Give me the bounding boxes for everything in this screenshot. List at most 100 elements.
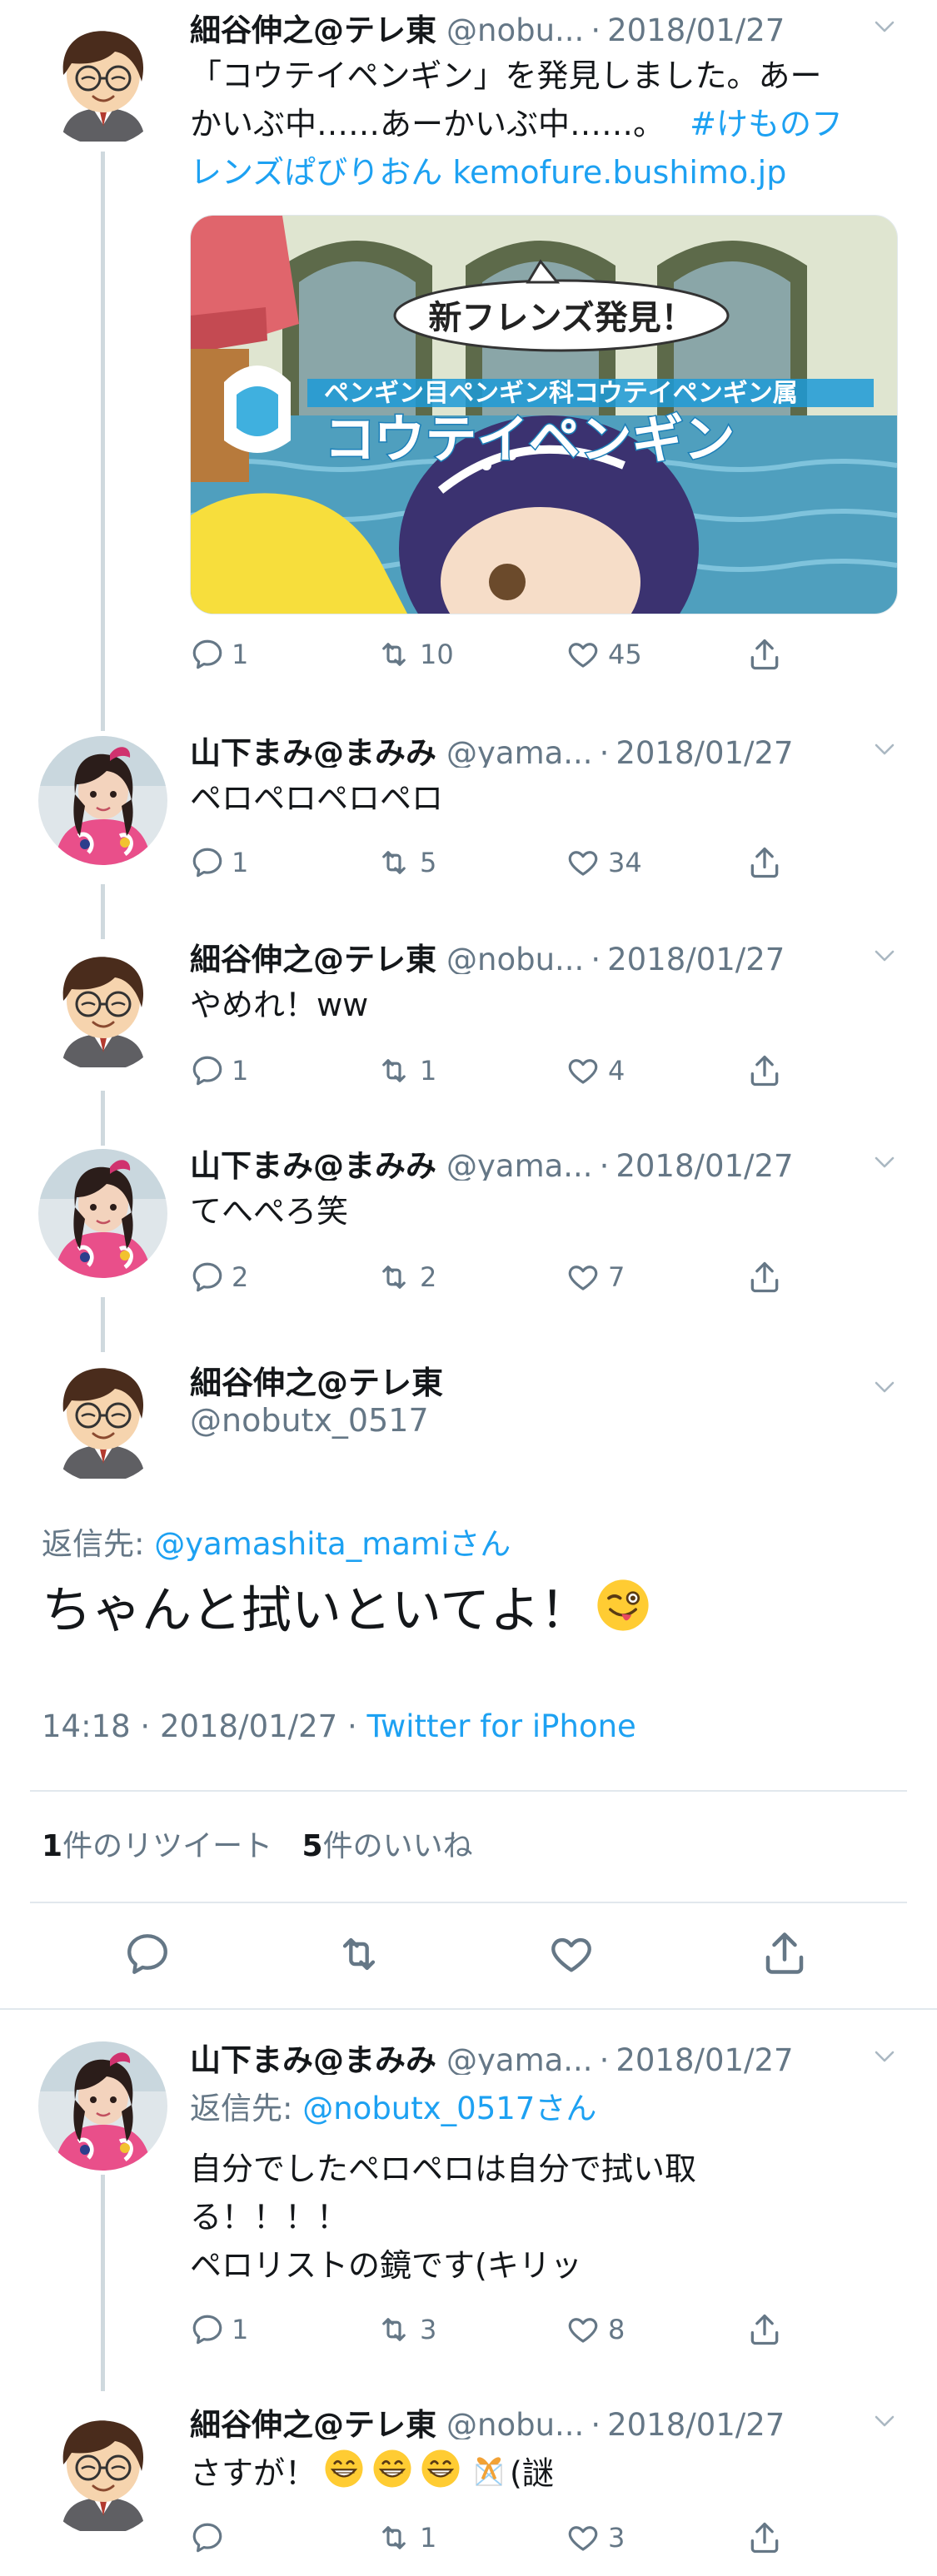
username[interactable]: @nobu... — [446, 942, 584, 974]
avatar[interactable] — [38, 17, 167, 146]
share-icon — [760, 1966, 810, 1982]
avatar[interactable] — [38, 1354, 167, 1483]
chevron-down-icon[interactable] — [873, 1379, 896, 1395]
tweet-date[interactable]: 2018/01/27 — [607, 12, 785, 45]
share-button[interactable] — [760, 1928, 810, 1982]
reply-count: 2 — [232, 1261, 249, 1293]
like-count: 7 — [608, 1261, 625, 1293]
avatar[interactable] — [38, 2041, 167, 2171]
display-name[interactable]: 山下まみ@まみみ — [190, 735, 436, 768]
retweet-count: 1 — [420, 2522, 437, 2554]
retweet-button[interactable]: 1 — [375, 1051, 436, 1091]
tweet-date[interactable]: 2018/01/27 — [616, 1148, 793, 1181]
username[interactable]: @nobutx_0517 — [190, 1402, 429, 1439]
tweet-date[interactable]: 2018/01/27 — [616, 2042, 793, 2075]
tweet-header: 山下まみ@まみみ @yama... · 2018/01/27 — [190, 728, 915, 768]
retweet-button[interactable] — [333, 1930, 385, 1982]
retweet-button[interactable]: 10 — [375, 634, 454, 674]
like-button[interactable]: 8 — [565, 2310, 625, 2350]
avatar[interactable] — [38, 736, 167, 865]
separator-dot: · — [599, 2042, 610, 2075]
chevron-down-icon[interactable] — [873, 2413, 896, 2429]
share-button[interactable] — [746, 634, 783, 674]
heart-icon — [565, 637, 601, 672]
retweet-button[interactable]: 3 — [375, 2310, 436, 2350]
heart-icon — [546, 1966, 596, 1982]
card-title-text: コウテイペンギン — [324, 409, 735, 470]
share-button[interactable] — [746, 1257, 783, 1297]
section-divider — [0, 2008, 937, 2010]
reply-button[interactable]: 1 — [190, 843, 248, 883]
hashtag-link[interactable]: #けものフ — [690, 106, 843, 142]
chevron-down-icon[interactable] — [873, 1154, 896, 1171]
reply-button[interactable] — [123, 1930, 172, 1982]
hashtag-link[interactable]: レンズぱびりおん — [190, 154, 442, 191]
tweet-date[interactable]: 2018/01/27 — [607, 942, 785, 974]
engagement-stats: 1件のリツイート 5件のいいね — [42, 1822, 473, 1865]
display-name[interactable]: 山下まみ@まみみ — [190, 1148, 436, 1181]
tweet-text-fragment: かいぶ中……あーかいぶ中……。 — [190, 106, 665, 142]
username[interactable]: @yama... — [446, 2042, 593, 2075]
share-button[interactable] — [746, 843, 783, 883]
reply-to-label: 返信先: — [42, 1526, 145, 1562]
like-button[interactable]: 45 — [565, 634, 642, 674]
retweet-button[interactable]: 5 — [375, 843, 436, 883]
username[interactable]: @nobu... — [446, 2407, 584, 2439]
url-link[interactable]: kemofure.bushimo.jp — [452, 154, 786, 191]
reply-to-user-link[interactable]: @yamashita_mamiさん — [154, 1526, 511, 1562]
avatar[interactable] — [38, 2406, 167, 2535]
like-button[interactable]: 7 — [565, 1257, 625, 1297]
reply-count: 1 — [232, 847, 249, 878]
reply-button[interactable]: 1 — [190, 1051, 248, 1091]
chevron-down-icon[interactable] — [873, 741, 896, 758]
share-button[interactable] — [746, 1051, 783, 1091]
card-illustration: 新フレンズ発見！ ペンギン目ペンギン科コウテイペンギン属 コウテイペンギン — [191, 216, 897, 614]
like-button[interactable]: 3 — [565, 2518, 625, 2558]
retweet-count: 5 — [420, 847, 437, 878]
heart-icon — [565, 2520, 601, 2555]
likes-stat[interactable]: 5件のいいね — [302, 1829, 473, 1863]
reply-button[interactable]: 1 — [190, 2310, 248, 2350]
display-name[interactable]: 細谷伸之@テレ東 — [190, 942, 436, 974]
source-app-link[interactable]: Twitter for iPhone — [367, 1708, 636, 1744]
chevron-down-icon[interactable] — [873, 947, 896, 964]
tweet-header: 細谷伸之@テレ東 @nobu... · 2018/01/27 — [190, 2399, 915, 2439]
tweet-text: てへぺろ笑 — [190, 1193, 349, 1230]
chevron-down-icon[interactable] — [873, 2048, 896, 2065]
winking-tongue-emoji — [595, 1577, 651, 1650]
tweet-date[interactable]: 2018/01/27 — [616, 735, 793, 768]
avatar[interactable] — [38, 942, 167, 1072]
share-button[interactable] — [746, 2310, 783, 2350]
retweets-stat[interactable]: 1件のリツイート — [42, 1829, 272, 1863]
like-button[interactable]: 34 — [565, 843, 642, 883]
username[interactable]: @nobu... — [446, 12, 584, 45]
tweet-date[interactable]: 2018/01/27 — [607, 2407, 785, 2439]
like-total: 5 — [302, 1829, 323, 1863]
focused-tweet-text: ちゃんと拭いといてよ！ — [42, 1577, 651, 1650]
reply-button[interactable]: 1 — [190, 634, 248, 674]
reply-button[interactable] — [190, 2518, 225, 2558]
display-name[interactable]: 細谷伸之@テレ東 — [190, 12, 436, 45]
like-button[interactable]: 4 — [565, 1051, 625, 1091]
display-name[interactable]: 細谷伸之@テレ東 — [190, 1357, 443, 1403]
retweet-icon — [375, 845, 413, 880]
avatar[interactable] — [38, 1149, 167, 1278]
divider — [30, 1790, 907, 1792]
retweet-button[interactable]: 2 — [375, 1257, 436, 1297]
chevron-down-icon[interactable] — [873, 18, 896, 35]
username[interactable]: @yama... — [446, 735, 593, 768]
tweet-date: 2018/01/27 — [159, 1708, 338, 1744]
username[interactable]: @yama... — [446, 1148, 593, 1181]
link-card-image[interactable]: 新フレンズ発見！ ペンギン目ペンギン科コウテイペンギン属 コウテイペンギン — [190, 215, 898, 614]
display-name[interactable]: 細谷伸之@テレ東 — [190, 2407, 436, 2439]
display-name[interactable]: 山下まみ@まみみ — [190, 2042, 436, 2075]
separator-dot: · — [591, 942, 601, 974]
like-button[interactable] — [546, 1930, 596, 1982]
reply-button[interactable]: 2 — [190, 1257, 248, 1297]
reply-icon — [190, 2312, 225, 2347]
share-button[interactable] — [746, 2518, 783, 2558]
tweet-text-line: レンズぱびりおん kemofure.bushimo.jp — [190, 148, 906, 196]
retweet-button[interactable]: 1 — [375, 2518, 436, 2558]
card-subtitle-text: ペンギン目ペンギン科コウテイペンギン属 — [324, 379, 798, 408]
reply-to-user-link[interactable]: @nobutx_0517さん — [302, 2091, 596, 2126]
